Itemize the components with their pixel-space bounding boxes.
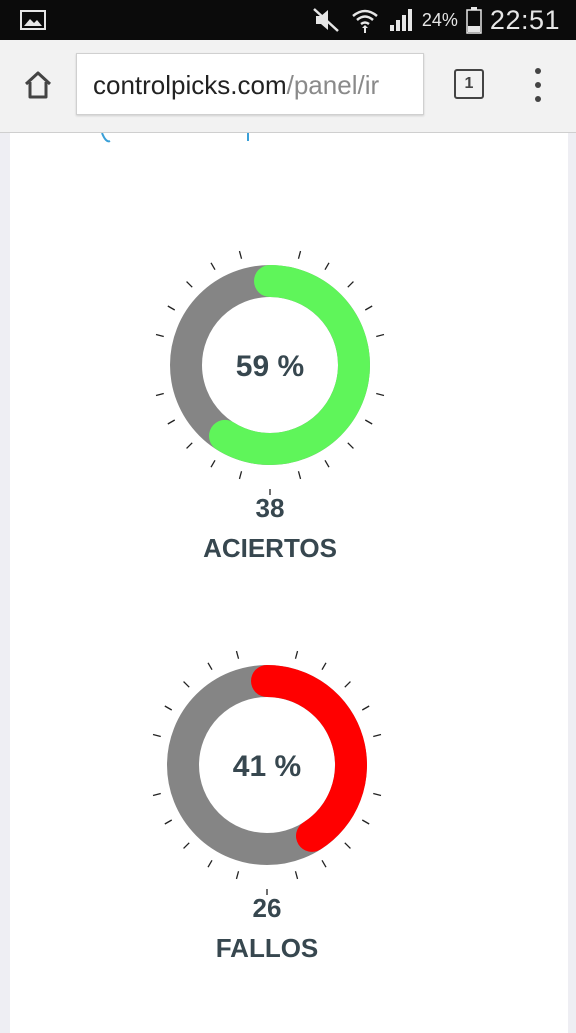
gauge-tick [297,250,302,259]
gauge-tick [376,333,385,338]
gauge-tick [361,705,370,711]
gauge-tick [344,842,351,849]
mute-icon [313,8,339,32]
gauge-tick [294,650,299,659]
gauge-label: FALLOS [215,933,319,963]
gauge-tick [152,733,161,738]
gauge-label: ACIERTOS [203,533,337,563]
fallos-gauge: 41 % 26 FALLOS [147,645,387,965]
gauge-tick [207,859,213,868]
gauge-tick [347,442,354,449]
gauge-percent: 59 % [235,350,305,383]
gauge-tick [373,792,382,797]
gauge-tick [235,871,240,880]
gauge-tick [183,842,190,849]
gauge-tick [155,392,164,397]
gauge-percent: 41 % [232,750,302,783]
gauge-tick [186,442,193,449]
gauge-tick [164,819,173,825]
gauge-count: 38 [255,493,285,523]
url-domain: controlpicks.com [93,70,287,100]
gauge-tick [364,419,373,425]
wifi-icon [352,9,378,33]
clock: 22:51 [489,4,560,35]
gauge-tick [210,262,216,271]
aciertos-gauge: 59 % 38 ACIERTOS [150,245,390,565]
gauge-tick [324,459,330,468]
gauge-tick [210,459,216,468]
gauge-tick [152,792,161,797]
browser-toolbar: controlpicks.com/panel/ir 1 [0,40,576,133]
gauge-tick [238,250,243,259]
gauge-tick [186,281,193,288]
signal-icon [389,9,412,31]
gauge-tick [207,662,213,671]
gauge-tick [373,733,382,738]
url-text: controlpicks.com/panel/ir [93,70,379,101]
gauge-tick [324,262,330,271]
url-bar[interactable]: controlpicks.com/panel/ir [76,53,424,115]
tab-count: 1 [464,75,474,92]
gauge-tick [364,305,373,311]
gauge-tick [238,471,243,480]
home-icon [24,71,52,99]
url-path: /panel/ir [286,70,380,100]
clipped-link-fragment [101,133,249,143]
battery-icon [466,7,482,34]
gauge-tick [167,419,176,425]
home-button[interactable] [18,65,58,105]
battery-percent: 24% [421,9,458,30]
status-bar: 24% 22:51 [0,0,576,40]
gauge-tick [297,471,302,480]
gauge-tick [361,819,370,825]
gauge-tick [376,392,385,397]
tabs-button[interactable]: 1 [454,69,484,99]
gauge-tick [347,281,354,288]
gauge-tick [164,705,173,711]
gauge-tick [344,681,351,688]
page-content: 59 % 38 ACIERTOS 41 % 26 FALLOS [10,133,568,1033]
gallery-notification-icon [20,10,46,30]
overflow-menu-icon [535,68,541,74]
gauge-tick [155,333,164,338]
gauge-tick [294,871,299,880]
gauge-tick [321,662,327,671]
gauge-tick [167,305,176,311]
gauge-tick [235,650,240,659]
gauge-count: 26 [252,893,282,923]
gauge-tick [321,859,327,868]
overflow-menu-button[interactable] [528,68,548,102]
gauge-tick [183,681,190,688]
